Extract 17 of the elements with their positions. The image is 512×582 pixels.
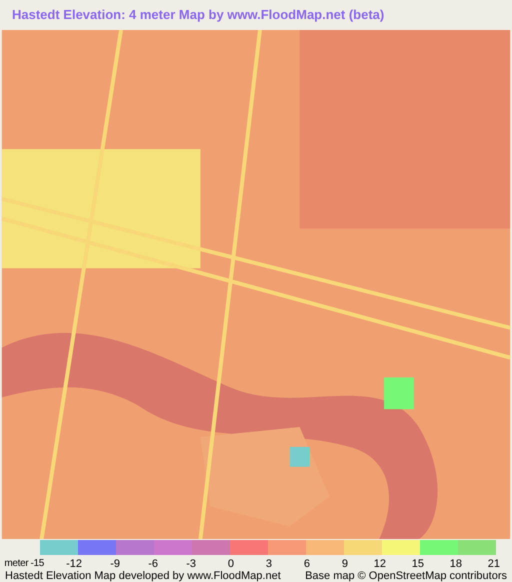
credit-text: Hastedt Elevation Map developed by www.FloodMap.net — [5, 570, 281, 582]
legend-tick: 9 — [342, 558, 348, 570]
legend-unit: meter — [4, 558, 28, 570]
legend-tick: -3 — [186, 558, 196, 570]
legend-tick: 21 — [488, 558, 500, 570]
legend-tick: 12 — [374, 558, 386, 570]
legend-tick: -9 — [110, 558, 120, 570]
legend-tick: 6 — [304, 558, 310, 570]
legend-tick: -15 — [30, 558, 44, 570]
legend-tick: 18 — [450, 558, 462, 570]
attribution-text: Base map © OpenStreetMap contributors — [305, 570, 507, 582]
legend-tick: 3 — [266, 558, 272, 570]
legend-tick: -12 — [66, 558, 82, 570]
legend-tick: -6 — [148, 558, 158, 570]
legend-tick: 15 — [412, 558, 424, 570]
legend-tick: 0 — [228, 558, 234, 570]
map-title: Hastedt Elevation: 4 meter Map by www.FloodMap.net (beta) — [12, 6, 384, 24]
